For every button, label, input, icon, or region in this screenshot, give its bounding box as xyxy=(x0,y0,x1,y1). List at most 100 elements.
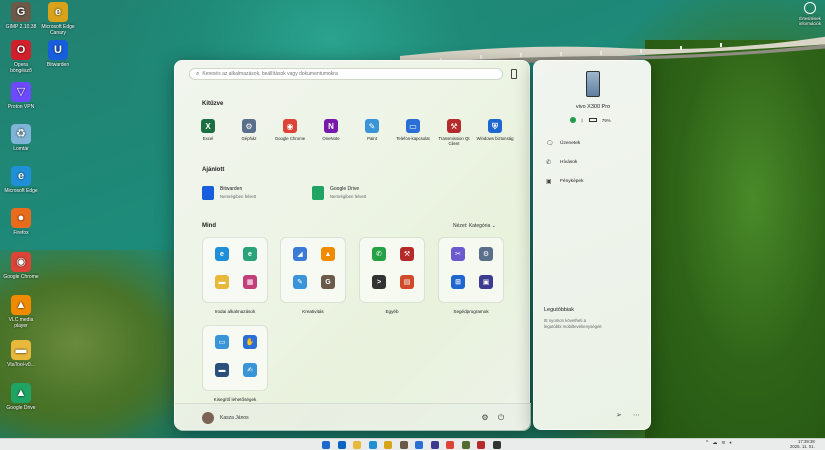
pinned-app[interactable]: ▭ Telefon-kapcsolat xyxy=(393,119,433,141)
settings-gear-icon[interactable]: ⚙ xyxy=(479,247,493,261)
desktop-icon[interactable]: G GIMP 2.10.38 xyxy=(3,2,39,30)
power-icon[interactable]: ⏻ xyxy=(495,412,507,424)
chevron-up-icon[interactable]: ^ xyxy=(706,440,708,446)
desktop-icon[interactable]: ◉ Google Chrome xyxy=(3,252,39,280)
desktop-icon[interactable]: ● Firefox xyxy=(3,208,39,236)
edge-icon[interactable]: e xyxy=(215,247,229,261)
settings-gear-icon[interactable]: ⚙ xyxy=(479,412,491,424)
google-drive-icon: ▲ xyxy=(11,383,31,403)
category-folder[interactable]: e e ▬ ▦ xyxy=(202,237,268,303)
pinned-app[interactable]: ⚙ Gépház xyxy=(229,119,269,141)
desktop-icon[interactable]: ▽ Proton VPN xyxy=(3,82,39,110)
pinned-app[interactable]: N OneNote xyxy=(311,119,351,141)
category-folder[interactable]: ▭ ✋ ▬ ✍ xyxy=(202,325,268,391)
desktop-icon[interactable]: ▲ Google Drive xyxy=(3,383,39,411)
chrome-icon[interactable] xyxy=(446,441,454,449)
edge-canary-icon[interactable]: e xyxy=(243,247,257,261)
phone-link-item[interactable]: ✆ Hívások xyxy=(546,159,577,166)
desktop-icon-label: Bitwarden xyxy=(46,62,70,68)
vlc-icon: ▲ xyxy=(11,295,31,315)
phone-link-item[interactable]: ▣ Fényképek xyxy=(546,178,583,185)
recommended-item[interactable]: Google Drive Nemrégiben felvett xyxy=(312,186,366,200)
category-label: Kreativitás xyxy=(302,309,324,314)
terminal-icon[interactable]: > xyxy=(372,275,386,289)
pinned-app[interactable]: X Excel xyxy=(188,119,228,141)
outlook-icon[interactable] xyxy=(337,441,346,449)
send-icon[interactable]: ➢ xyxy=(616,411,622,419)
edge-canary-icon[interactable] xyxy=(384,441,392,449)
opera-icon: O xyxy=(11,40,31,60)
category-label: Irodai alkalmazások xyxy=(214,309,256,314)
phone-link-item[interactable]: 🗨︎ Üzenetek xyxy=(546,140,580,147)
start-menu: ⌕ Kitűzve X Excel ⚙ Gépház ◉ Google Chrome N On… xyxy=(174,60,531,431)
recommended-item[interactable]: Bitwarden Nemrégiben felvett xyxy=(202,186,256,200)
phone-panel-toggle-icon[interactable] xyxy=(511,69,517,79)
search-input[interactable] xyxy=(202,71,502,77)
protonvpn-icon: ▽ xyxy=(11,82,31,102)
firefox-icon: ● xyxy=(11,208,31,228)
category-folder[interactable]: ◢ ▲ ✎ G xyxy=(280,237,346,303)
cloud-icon[interactable]: ☁ xyxy=(712,440,717,446)
desktop-icon[interactable]: U Bitwarden xyxy=(40,40,76,68)
desktop-icon-label: VtaTool-v0... xyxy=(7,362,35,368)
windows-start-icon[interactable] xyxy=(322,441,330,449)
all-apps-title: Mind xyxy=(202,223,216,229)
phone-link-icon[interactable] xyxy=(415,441,423,449)
pinned-app-label: OneNote xyxy=(322,136,340,141)
gimp-icon[interactable] xyxy=(399,441,408,449)
avatar[interactable] xyxy=(202,412,214,424)
snipping-tool-icon[interactable]: ✂ xyxy=(451,247,465,261)
pinned-app-label: Excel xyxy=(202,136,214,141)
recommended-subtitle: Nemrégiben felvett xyxy=(330,194,367,199)
pinned-app[interactable]: ✎ Paint xyxy=(352,119,392,141)
windows-icon[interactable]: ⊞ xyxy=(451,275,465,289)
terminal-icon[interactable] xyxy=(492,441,501,449)
vlc-icon[interactable]: ▲ xyxy=(321,247,335,261)
category-folder[interactable]: ✆ ⚒ > ▤ xyxy=(359,237,425,303)
transmission-icon[interactable] xyxy=(477,441,485,449)
desktop-icon[interactable]: O Opera böngésző xyxy=(3,40,39,74)
monitor-icon[interactable]: ▬ xyxy=(215,363,229,377)
user-name[interactable]: Kasza János xyxy=(220,415,249,421)
view-toggle[interactable]: Nézet: Kategória ⌄ xyxy=(453,223,496,229)
display-icon[interactable]: ▭ xyxy=(215,335,229,349)
desktop-icon[interactable]: ▬ VtaTool-v0... xyxy=(3,340,39,368)
gimp-icon: G xyxy=(11,2,31,22)
photos-icon[interactable]: ◢ xyxy=(293,247,307,261)
office-icon[interactable]: ▤ xyxy=(400,275,414,289)
notification-widget[interactable]: Értesítések információk xyxy=(795,0,825,26)
app-icon[interactable] xyxy=(461,441,470,449)
edge-canary-icon: e xyxy=(48,2,68,22)
apps-icon[interactable]: ▦ xyxy=(243,275,257,289)
transmission-icon[interactable]: ⚒ xyxy=(400,247,414,261)
system-tray[interactable]: ^ ☁ ≋ 🔈︎ xyxy=(706,440,733,446)
store-icon[interactable]: ▣ xyxy=(479,275,493,289)
search-box[interactable]: ⌕ xyxy=(189,68,503,80)
volume-icon[interactable]: 🔈︎ xyxy=(730,440,733,446)
desktop-icon-label: Google Drive xyxy=(6,405,36,411)
phone-link-icon: ▭ xyxy=(406,119,420,133)
store-icon[interactable] xyxy=(430,441,439,449)
pinned-app[interactable]: ◉ Google Chrome xyxy=(270,119,310,141)
desktop-icon[interactable]: ♻ Lomtár xyxy=(3,124,39,152)
gimp-icon[interactable]: G xyxy=(321,275,335,289)
phone-link-item-label: Üzenetek xyxy=(560,141,581,146)
desktop-icon[interactable]: ▲ VLC media player xyxy=(3,295,39,329)
pinned-app[interactable]: ⚒ Transmission Qt Client xyxy=(434,119,474,146)
edge-icon[interactable] xyxy=(368,441,377,449)
desktop-icon[interactable]: e Microsoft Edge xyxy=(3,166,39,194)
category-folder[interactable]: ✂ ⚙ ⊞ ▣ xyxy=(438,237,504,303)
excel-icon: X xyxy=(201,119,215,133)
desktop-icon[interactable]: e Microsoft Edge Canary xyxy=(40,2,76,36)
more-options-icon[interactable]: ⋯ xyxy=(633,411,640,419)
file-explorer-icon[interactable] xyxy=(353,441,361,449)
paint-icon[interactable]: ✎ xyxy=(293,275,307,289)
wifi-icon[interactable]: ≋ xyxy=(721,440,725,446)
pinned-app[interactable]: ⛨ Windows biztonság xyxy=(475,119,515,141)
narrator-icon[interactable]: ✍ xyxy=(243,363,257,377)
whatsapp-icon[interactable]: ✆ xyxy=(372,247,386,261)
desktop-icon-label: Lomtár xyxy=(13,146,29,152)
accessibility-icon[interactable]: ✋ xyxy=(243,335,257,349)
file-explorer-icon[interactable]: ▬ xyxy=(215,275,229,289)
clock[interactable]: 17:39:38 2025. 11. 01. xyxy=(790,439,815,449)
